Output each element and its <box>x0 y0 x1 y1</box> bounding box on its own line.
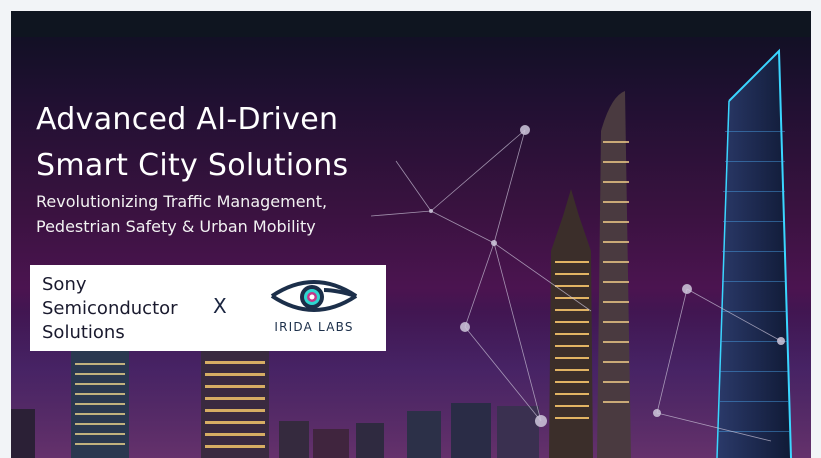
sony-line-2: Semiconductor <box>42 298 178 319</box>
irida-eye-logo-icon <box>270 280 358 312</box>
banner-title-line-2: Smart City Solutions <box>36 148 349 183</box>
irida-labs-name: IRIDA LABS <box>274 320 354 334</box>
banner-subtitle: Revolutionizing Traffic Management, Pede… <box>36 189 416 239</box>
sony-line-1: Sony <box>42 274 87 295</box>
banner-title-line-1: Advanced AI-Driven <box>36 102 339 137</box>
partner-separator: X <box>213 294 227 318</box>
sony-line-3: Solutions <box>42 322 125 343</box>
banner-subtitle-line-1: Revolutionizing Traffic Management, <box>36 192 328 211</box>
hero-banner: Advanced AI-Driven Smart City Solutions … <box>11 11 811 458</box>
banner-title: Advanced AI-Driven Smart City Solutions <box>36 97 456 189</box>
banner-subtitle-line-2: Pedestrian Safety & Urban Mobility <box>36 217 316 236</box>
sony-semiconductor-logo: Sony Semiconductor Solutions <box>42 273 178 345</box>
partner-logo-box: Sony Semiconductor Solutions X IRIDA LAB… <box>30 265 386 351</box>
